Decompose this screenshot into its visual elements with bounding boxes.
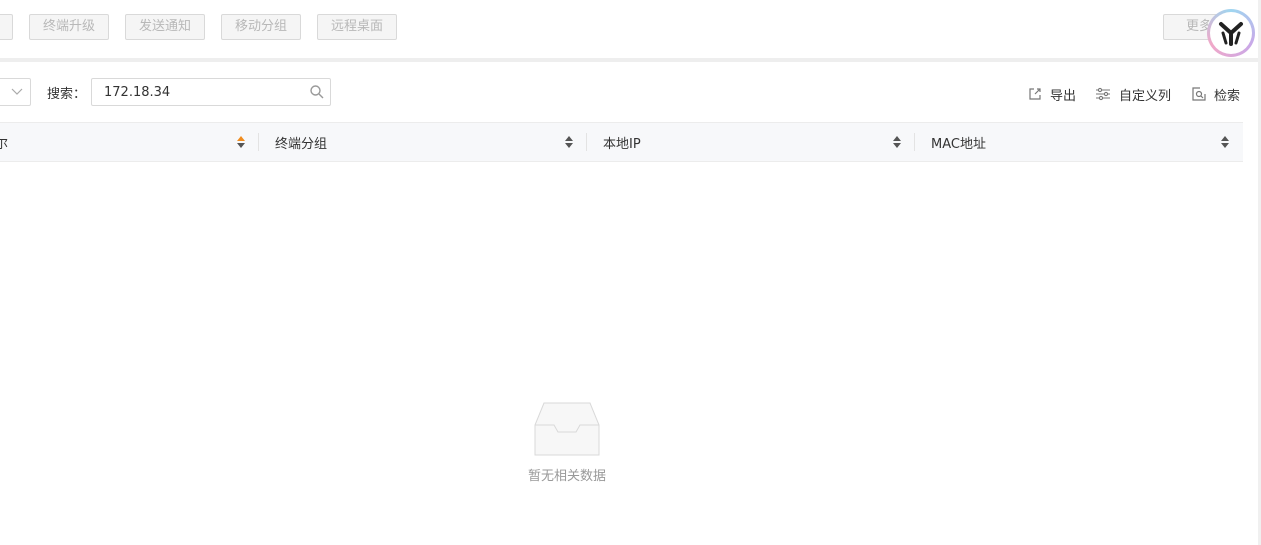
column-header-group[interactable]: 终端分组 bbox=[275, 123, 327, 161]
table-header: 尔 终端分组 本地IP MAC地址 bbox=[0, 122, 1243, 162]
custom-columns-label: 自定义列 bbox=[1119, 88, 1172, 104]
custom-columns-action[interactable]: 自定义列 bbox=[1095, 84, 1171, 104]
empty-state-text: 暂无相关数据 bbox=[527, 469, 606, 484]
column-separator bbox=[258, 133, 259, 151]
sort-icon[interactable] bbox=[892, 135, 902, 149]
export-action[interactable]: 导出 bbox=[1028, 84, 1076, 104]
search-icon[interactable] bbox=[309, 84, 325, 100]
chevron-down-icon bbox=[11, 88, 23, 95]
search-label: 搜索： bbox=[47, 87, 87, 102]
column-header-local-ip[interactable]: 本地IP bbox=[603, 123, 641, 161]
toolbar: 终端升级 发送通知 移动分组 远程桌面 更多 bbox=[0, 0, 1261, 58]
search-input[interactable] bbox=[91, 78, 331, 106]
toolbar-divider bbox=[0, 58, 1258, 62]
sliders-icon bbox=[1096, 87, 1110, 101]
assistant-logo-icon bbox=[1210, 12, 1252, 54]
filter-select[interactable] bbox=[0, 78, 31, 106]
send-notification-button[interactable]: 发送通知 bbox=[125, 14, 205, 40]
assistant-avatar[interactable] bbox=[1207, 9, 1255, 57]
retrieve-label: 检索 bbox=[1214, 88, 1241, 104]
toolbar-button-partial[interactable] bbox=[0, 14, 13, 40]
column-separator bbox=[586, 133, 587, 151]
column-separator bbox=[914, 133, 915, 151]
remote-desktop-button[interactable]: 远程桌面 bbox=[317, 14, 397, 40]
export-label: 导出 bbox=[1050, 88, 1077, 104]
export-icon bbox=[1029, 88, 1041, 100]
retrieve-icon bbox=[1192, 87, 1206, 101]
upgrade-terminal-button[interactable]: 终端升级 bbox=[29, 14, 109, 40]
sort-icon[interactable] bbox=[564, 135, 574, 149]
column-header-partial[interactable]: 尔 bbox=[0, 123, 8, 161]
sort-active-icon[interactable] bbox=[236, 135, 246, 149]
empty-inbox-icon bbox=[534, 402, 600, 456]
column-header-mac[interactable]: MAC地址 bbox=[931, 123, 986, 161]
move-group-button[interactable]: 移动分组 bbox=[221, 14, 301, 40]
sort-icon[interactable] bbox=[1220, 135, 1230, 149]
retrieve-action[interactable]: 检索 bbox=[1192, 84, 1240, 104]
